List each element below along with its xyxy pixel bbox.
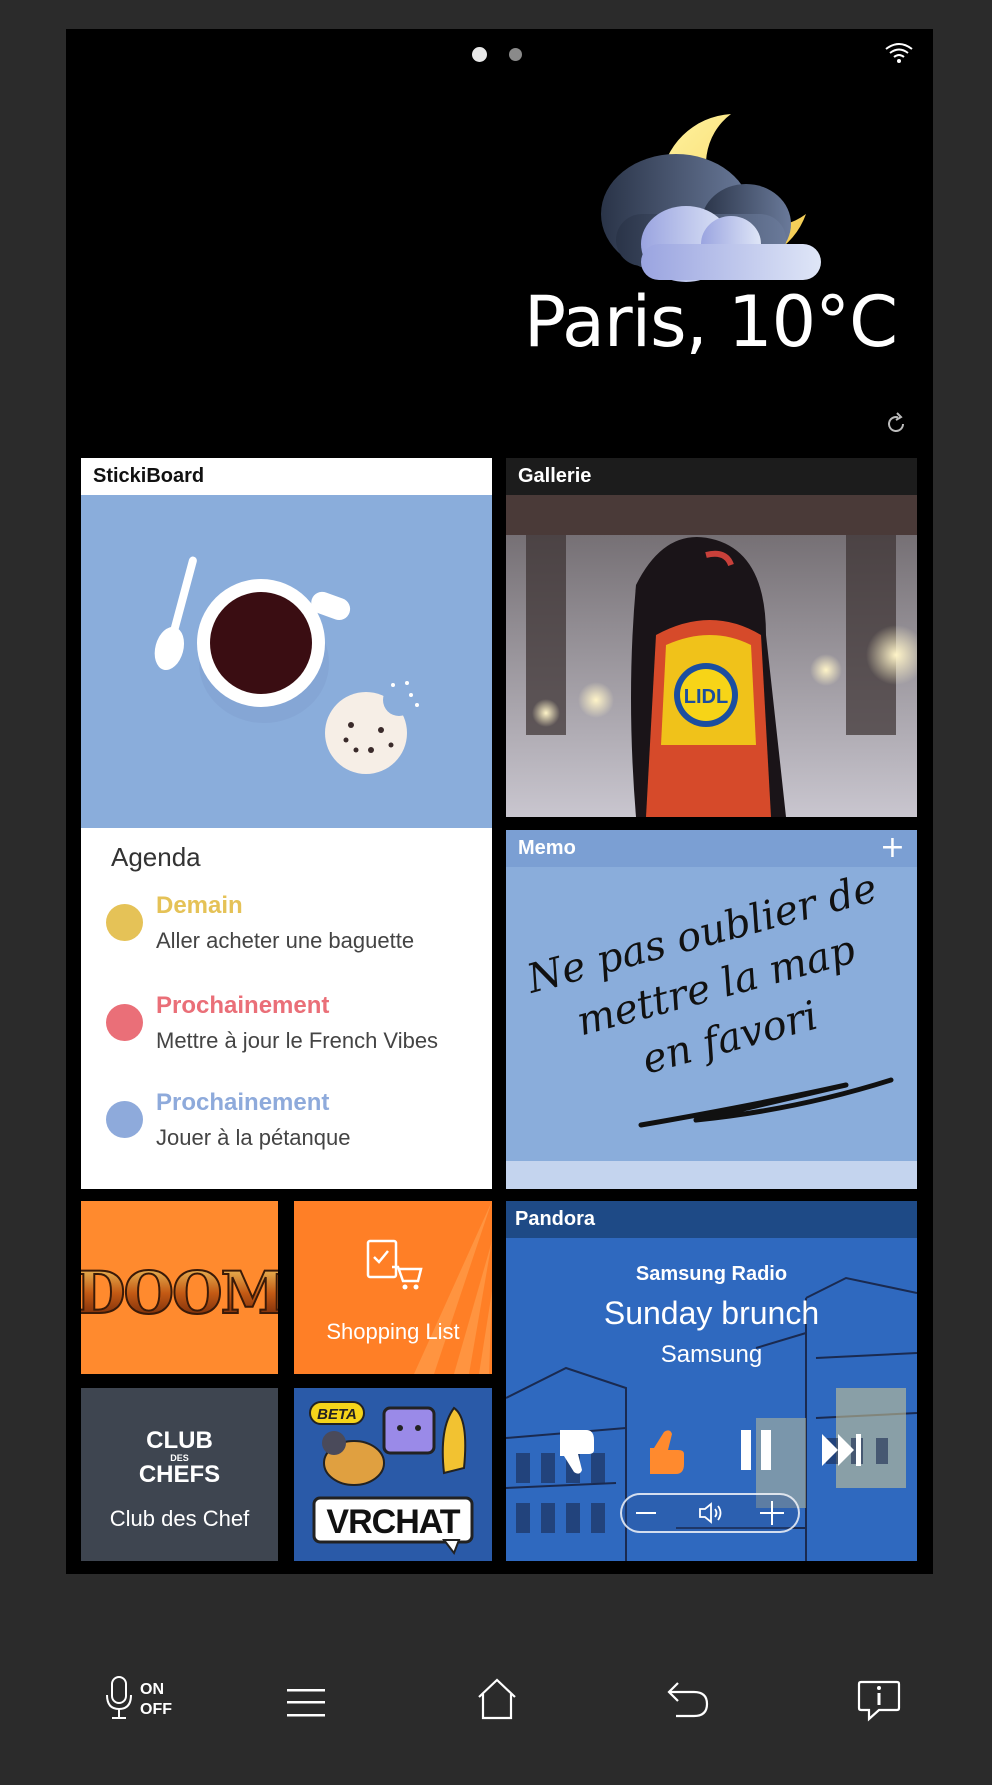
plus-icon[interactable] — [760, 1501, 784, 1525]
agenda-what: Mettre à jour le French Vibes — [156, 1028, 439, 1053]
stickiboard-tile[interactable]: StickiBoard Agenda Demain Aller acheter … — [81, 458, 492, 1189]
wifi-icon — [885, 43, 913, 63]
agenda-when: Demain — [156, 892, 243, 919]
agenda-dot — [106, 1101, 143, 1138]
thumbs-down-icon[interactable] — [556, 1426, 600, 1478]
mic-off-label: OFF — [140, 1701, 172, 1718]
vrchat-logo-text: VRCHAT — [326, 1503, 460, 1541]
pause-icon[interactable] — [738, 1426, 774, 1474]
back-icon[interactable] — [666, 1680, 710, 1720]
gallery-title: Gallerie — [506, 458, 917, 495]
volume-bar — [620, 1493, 800, 1533]
page-dot-active[interactable] — [472, 47, 487, 62]
song-title: Sunday brunch — [603, 1295, 820, 1331]
agenda-dot — [106, 904, 143, 941]
memo-title: Memo — [506, 830, 917, 867]
shopping-list-tile[interactable]: Shopping List — [294, 1201, 492, 1374]
club-des-chefs-tile[interactable]: CLUB DES CHEFS Club des Chef — [81, 1388, 278, 1561]
thumbs-up-icon[interactable] — [646, 1426, 690, 1478]
menu-icon[interactable] — [287, 1688, 325, 1718]
shopping-list-label: Shopping List — [326, 1319, 460, 1344]
agenda-what: Aller acheter une baguette — [156, 928, 415, 953]
mic-on-label: ON — [140, 1681, 164, 1698]
home-icon[interactable] — [476, 1677, 518, 1721]
shopping-cart-icon — [366, 1239, 423, 1290]
device-screen: Paris, 10°C StickiBoard Agenda Demain Al… — [66, 29, 933, 1574]
club-des-chefs-label: Club des Chef — [109, 1506, 250, 1531]
plus-icon[interactable]: + — [880, 833, 905, 863]
gallery-photo: LIDL — [506, 495, 917, 817]
vrchat-art: BETA VRCHAT — [294, 1388, 492, 1561]
city-temperature: Paris, 10°C — [523, 281, 898, 363]
gallery-tile[interactable]: LIDL Gallerie — [506, 458, 917, 817]
moon-cloud-icon[interactable] — [596, 104, 826, 294]
page-dot-inactive[interactable] — [509, 48, 522, 61]
doom-tile[interactable]: DOOM — [81, 1201, 278, 1374]
agenda-title: Agenda — [111, 842, 201, 872]
stickiboard-title: StickiBoard — [81, 458, 492, 495]
info-icon[interactable] — [857, 1680, 901, 1722]
volume-icon[interactable] — [698, 1502, 724, 1524]
pandora-title: Pandora — [506, 1201, 917, 1238]
refresh-icon[interactable] — [884, 412, 908, 436]
agenda-when: Prochainement — [156, 1089, 330, 1116]
memo-footer — [506, 1161, 917, 1189]
lidl-logo-text: LIDL — [684, 686, 728, 708]
doom-logo: DOOM — [81, 1258, 278, 1328]
doom-label: DOOM — [81, 1259, 278, 1327]
agenda-what: Jouer à la pétanque — [156, 1125, 351, 1150]
artist-name: Samsung — [660, 1341, 763, 1368]
agenda-when: Prochainement — [156, 992, 330, 1019]
station-name: Samsung Radio — [635, 1263, 788, 1285]
minus-icon[interactable] — [636, 1505, 656, 1521]
memo-scribble — [638, 1077, 894, 1128]
mic-toggle-label[interactable]: ON OFF — [140, 1680, 172, 1720]
pandora-tile[interactable]: Pandora Samsung Radio Sunday brunch Sams… — [506, 1201, 917, 1561]
club-des-chefs-logo: CLUB DES CHEFS — [138, 1427, 221, 1488]
coffee-cup-illustration — [81, 495, 492, 828]
skip-icon[interactable] — [820, 1428, 864, 1472]
memo-tile[interactable]: Memo + Ne pas oublier de mettre la map e… — [506, 830, 917, 1189]
beta-badge: BETA — [317, 1406, 357, 1423]
microphone-icon[interactable] — [104, 1675, 134, 1721]
agenda-dot — [106, 1004, 143, 1041]
vrchat-tile[interactable]: BETA VRCHAT — [294, 1388, 492, 1561]
